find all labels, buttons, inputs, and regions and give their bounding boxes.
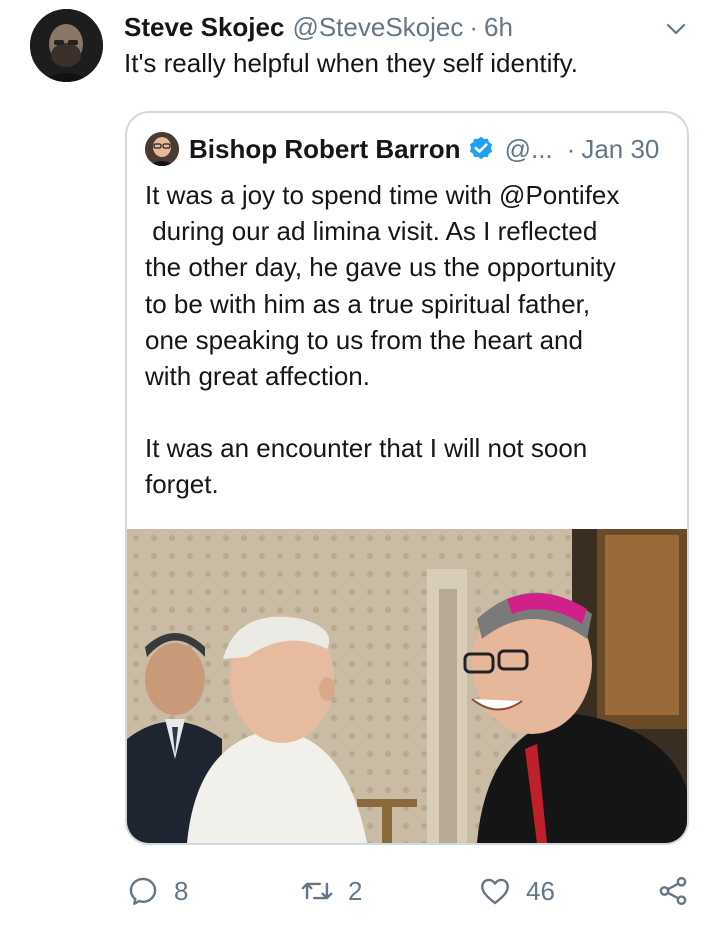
- reply-count: 8: [174, 875, 189, 906]
- text-line: during our ad limina visit. As I reflect…: [145, 216, 598, 247]
- author-avatar[interactable]: [30, 9, 103, 82]
- text-line: forget.: [145, 469, 219, 500]
- heart-icon: [481, 878, 509, 905]
- tweet-text: It's really helpful when they self ident…: [124, 48, 578, 78]
- like-button[interactable]: 46: [478, 866, 555, 916]
- quoted-tweet-card[interactable]: Bishop Robert Barron @... · Jan 30 It wa…: [125, 111, 689, 845]
- verified-badge-icon: [469, 136, 492, 160]
- tweet-header: Steve Skojec @SteveSkojec · 6h: [124, 12, 684, 42]
- quoted-header-separator: ·: [566, 133, 576, 164]
- text-line: It was an encounter that I will not soon: [145, 433, 588, 464]
- quoted-author-avatar[interactable]: [145, 132, 179, 166]
- text-line: the other day, he gave us the opportunit…: [145, 252, 616, 283]
- quoted-tweet-text: It was a joy to spend time with @Pontife…: [145, 177, 675, 539]
- text-line: to be with him as a true spiritual fathe…: [145, 288, 591, 319]
- retweet-button[interactable]: 2: [300, 866, 362, 916]
- retweet-icon: [301, 882, 333, 900]
- reply-icon: [129, 877, 157, 905]
- text-line: with great affection.: [145, 361, 370, 392]
- tweet-timestamp[interactable]: 6h: [484, 12, 513, 43]
- author-handle[interactable]: @SteveSkojec: [292, 12, 463, 43]
- quoted-tweet-timestamp[interactable]: Jan 30: [581, 134, 659, 165]
- tweet-action-bar: 8 2 46: [0, 866, 720, 916]
- like-count: 46: [526, 875, 555, 906]
- quoted-tweet-photo[interactable]: [127, 529, 687, 843]
- quoted-paragraph-2: It was an encounter that I will not soon…: [145, 430, 675, 502]
- header-separator: ·: [469, 12, 479, 42]
- text-line: one speaking to us from the heart and: [145, 324, 583, 355]
- retweet-count: 2: [348, 875, 363, 906]
- quoted-author-handle[interactable]: @...: [505, 134, 553, 165]
- chevron-down-icon[interactable]: [664, 17, 688, 41]
- author-name[interactable]: Steve Skojec: [124, 12, 284, 43]
- quoted-paragraph-1: It was a joy to spend time with @Pontife…: [145, 177, 675, 394]
- text-line: It was a joy to spend time with @Pontife…: [145, 180, 620, 210]
- reply-button[interactable]: 8: [126, 866, 188, 916]
- quoted-tweet-header: Bishop Robert Barron @... · Jan 30: [145, 131, 673, 167]
- share-icon[interactable]: [656, 874, 690, 908]
- quoted-author-name[interactable]: Bishop Robert Barron: [189, 134, 461, 165]
